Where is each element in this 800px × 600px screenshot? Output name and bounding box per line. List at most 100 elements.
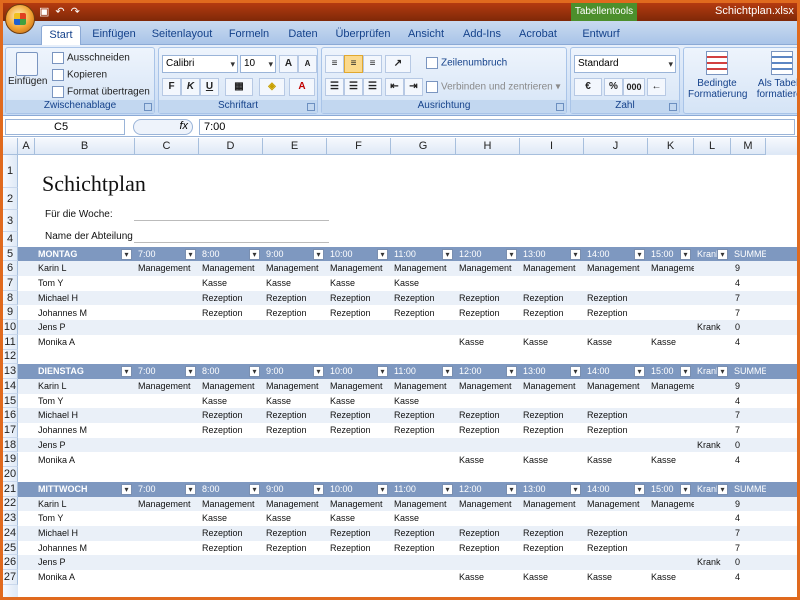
row-header[interactable]: 26 xyxy=(3,555,18,571)
filter-dropdown-icon[interactable]: ▾ xyxy=(442,366,453,378)
sum-cell[interactable]: 9 xyxy=(731,497,766,512)
shift-cell[interactable]: Management xyxy=(456,497,520,512)
employee-name[interactable]: Monika A xyxy=(35,453,135,468)
shift-cell[interactable]: Kasse xyxy=(520,453,584,468)
sheet-title[interactable]: Schichtplan xyxy=(42,171,146,197)
sick-cell[interactable] xyxy=(694,570,731,585)
shift-cell[interactable] xyxy=(327,555,391,570)
number-format-select[interactable]: Standard xyxy=(574,55,676,73)
employee-name[interactable]: Johannes M xyxy=(35,306,135,321)
filter-dropdown-icon[interactable]: ▾ xyxy=(717,483,728,495)
shift-cell[interactable]: Management xyxy=(648,379,694,394)
insert-function-button[interactable]: fx xyxy=(133,119,193,135)
filter-dropdown-icon[interactable]: ▾ xyxy=(634,366,645,378)
shift-cell[interactable]: Rezeption xyxy=(520,423,584,438)
row-header[interactable]: 15 xyxy=(3,393,18,409)
employee-name[interactable]: Jens P xyxy=(35,555,135,570)
bold-button[interactable]: F xyxy=(162,78,181,96)
filter-dropdown-icon[interactable]: ▾ xyxy=(377,366,388,378)
align-right-button[interactable]: ☰ xyxy=(363,78,382,96)
shift-cell[interactable]: Rezeption xyxy=(391,541,456,556)
shift-cell[interactable]: Kasse xyxy=(648,453,694,468)
day-name[interactable]: MONTAG xyxy=(35,247,135,262)
sum-header[interactable]: SUMME xyxy=(731,482,766,497)
employee-name[interactable]: Michael H xyxy=(35,408,135,423)
shift-cell[interactable]: Rezeption xyxy=(263,541,327,556)
shift-cell[interactable]: Rezeption xyxy=(327,408,391,423)
shift-cell[interactable] xyxy=(520,320,584,335)
currency-button[interactable]: € xyxy=(574,78,602,96)
shrink-font-button[interactable]: A xyxy=(298,55,317,73)
sick-cell[interactable] xyxy=(694,526,731,541)
shift-cell[interactable]: Rezeption xyxy=(327,541,391,556)
sum-cell[interactable]: 0 xyxy=(731,555,766,570)
shift-cell[interactable] xyxy=(135,320,199,335)
shift-cell[interactable] xyxy=(391,453,456,468)
department-label[interactable]: Name der Abteilung xyxy=(45,231,133,242)
employee-name[interactable]: Jens P xyxy=(35,320,135,335)
row-header[interactable]: 17 xyxy=(3,423,18,438)
shift-cell[interactable]: Management xyxy=(135,379,199,394)
sum-cell[interactable]: 7 xyxy=(731,526,766,541)
shift-cell[interactable] xyxy=(648,511,694,526)
shift-cell[interactable]: Rezeption xyxy=(520,291,584,306)
filter-dropdown-icon[interactable]: ▾ xyxy=(249,248,260,260)
office-button[interactable] xyxy=(5,4,35,34)
shift-cell[interactable] xyxy=(391,555,456,570)
sick-cell[interactable] xyxy=(694,379,731,394)
sum-cell[interactable]: 7 xyxy=(731,541,766,556)
shift-cell[interactable]: Rezeption xyxy=(584,291,648,306)
shift-cell[interactable] xyxy=(263,335,327,350)
shift-cell[interactable]: Management xyxy=(199,497,263,512)
shift-cell[interactable] xyxy=(199,335,263,350)
filter-dropdown-icon[interactable]: ▾ xyxy=(185,366,196,378)
column-header-b[interactable]: B xyxy=(35,138,135,155)
filter-dropdown-icon[interactable]: ▾ xyxy=(121,483,132,495)
employee-name[interactable]: Tom Y xyxy=(35,394,135,409)
shift-cell[interactable] xyxy=(584,438,648,453)
shift-cell[interactable] xyxy=(648,394,694,409)
tab-entwurf[interactable]: Entwurf xyxy=(573,25,629,45)
row-header[interactable]: 18 xyxy=(3,437,18,453)
sum-cell[interactable]: 7 xyxy=(731,423,766,438)
decrease-indent-button[interactable]: ⇤ xyxy=(385,78,404,96)
filter-dropdown-icon[interactable]: ▾ xyxy=(313,483,324,495)
shift-cell[interactable]: Management xyxy=(199,379,263,394)
filter-dropdown-icon[interactable]: ▾ xyxy=(313,248,324,260)
shift-cell[interactable]: Rezeption xyxy=(263,408,327,423)
sum-cell[interactable]: 4 xyxy=(731,335,766,350)
shift-cell[interactable] xyxy=(391,438,456,453)
column-header-i[interactable]: I xyxy=(520,138,584,155)
tab-seitenlayout[interactable]: Seitenlayout xyxy=(149,25,215,45)
increase-indent-button[interactable]: ⇥ xyxy=(404,78,423,96)
row-header[interactable]: 6 xyxy=(3,261,18,277)
merge-center-button[interactable]: Verbinden und zentrieren ▾ xyxy=(426,81,561,93)
format-painter-button[interactable]: Format übertragen xyxy=(52,86,150,98)
employee-name[interactable]: Karin L xyxy=(35,261,135,276)
number-launcher-icon[interactable] xyxy=(669,103,677,111)
shift-cell[interactable]: Management xyxy=(327,261,391,276)
employee-name[interactable]: Karin L xyxy=(35,379,135,394)
shift-cell[interactable]: Management xyxy=(648,261,694,276)
column-header-l[interactable]: L xyxy=(694,138,731,155)
align-bottom-button[interactable]: ≡ xyxy=(363,55,382,73)
column-header-m[interactable]: M xyxy=(731,138,766,155)
shift-cell[interactable] xyxy=(135,423,199,438)
font-size-select[interactable]: 10 xyxy=(240,55,276,73)
filter-dropdown-icon[interactable]: ▾ xyxy=(680,483,691,495)
employee-name[interactable]: Johannes M xyxy=(35,541,135,556)
shift-cell[interactable]: Rezeption xyxy=(391,423,456,438)
filter-dropdown-icon[interactable]: ▾ xyxy=(121,366,132,378)
font-color-button[interactable]: A xyxy=(289,78,315,96)
shift-cell[interactable]: Management xyxy=(456,261,520,276)
column-header-a[interactable]: A xyxy=(18,138,35,155)
tab-ueberpruefen[interactable]: Überprüfen xyxy=(333,25,393,45)
shift-cell[interactable] xyxy=(327,320,391,335)
tab-acrobat[interactable]: Acrobat xyxy=(515,25,561,45)
employee-name[interactable]: Monika A xyxy=(35,335,135,350)
shift-cell[interactable]: Rezeption xyxy=(199,541,263,556)
row-header[interactable]: 24 xyxy=(3,526,18,541)
filter-dropdown-icon[interactable]: ▾ xyxy=(570,366,581,378)
row-header[interactable]: 11 xyxy=(3,334,18,350)
shift-cell[interactable]: Management xyxy=(520,379,584,394)
